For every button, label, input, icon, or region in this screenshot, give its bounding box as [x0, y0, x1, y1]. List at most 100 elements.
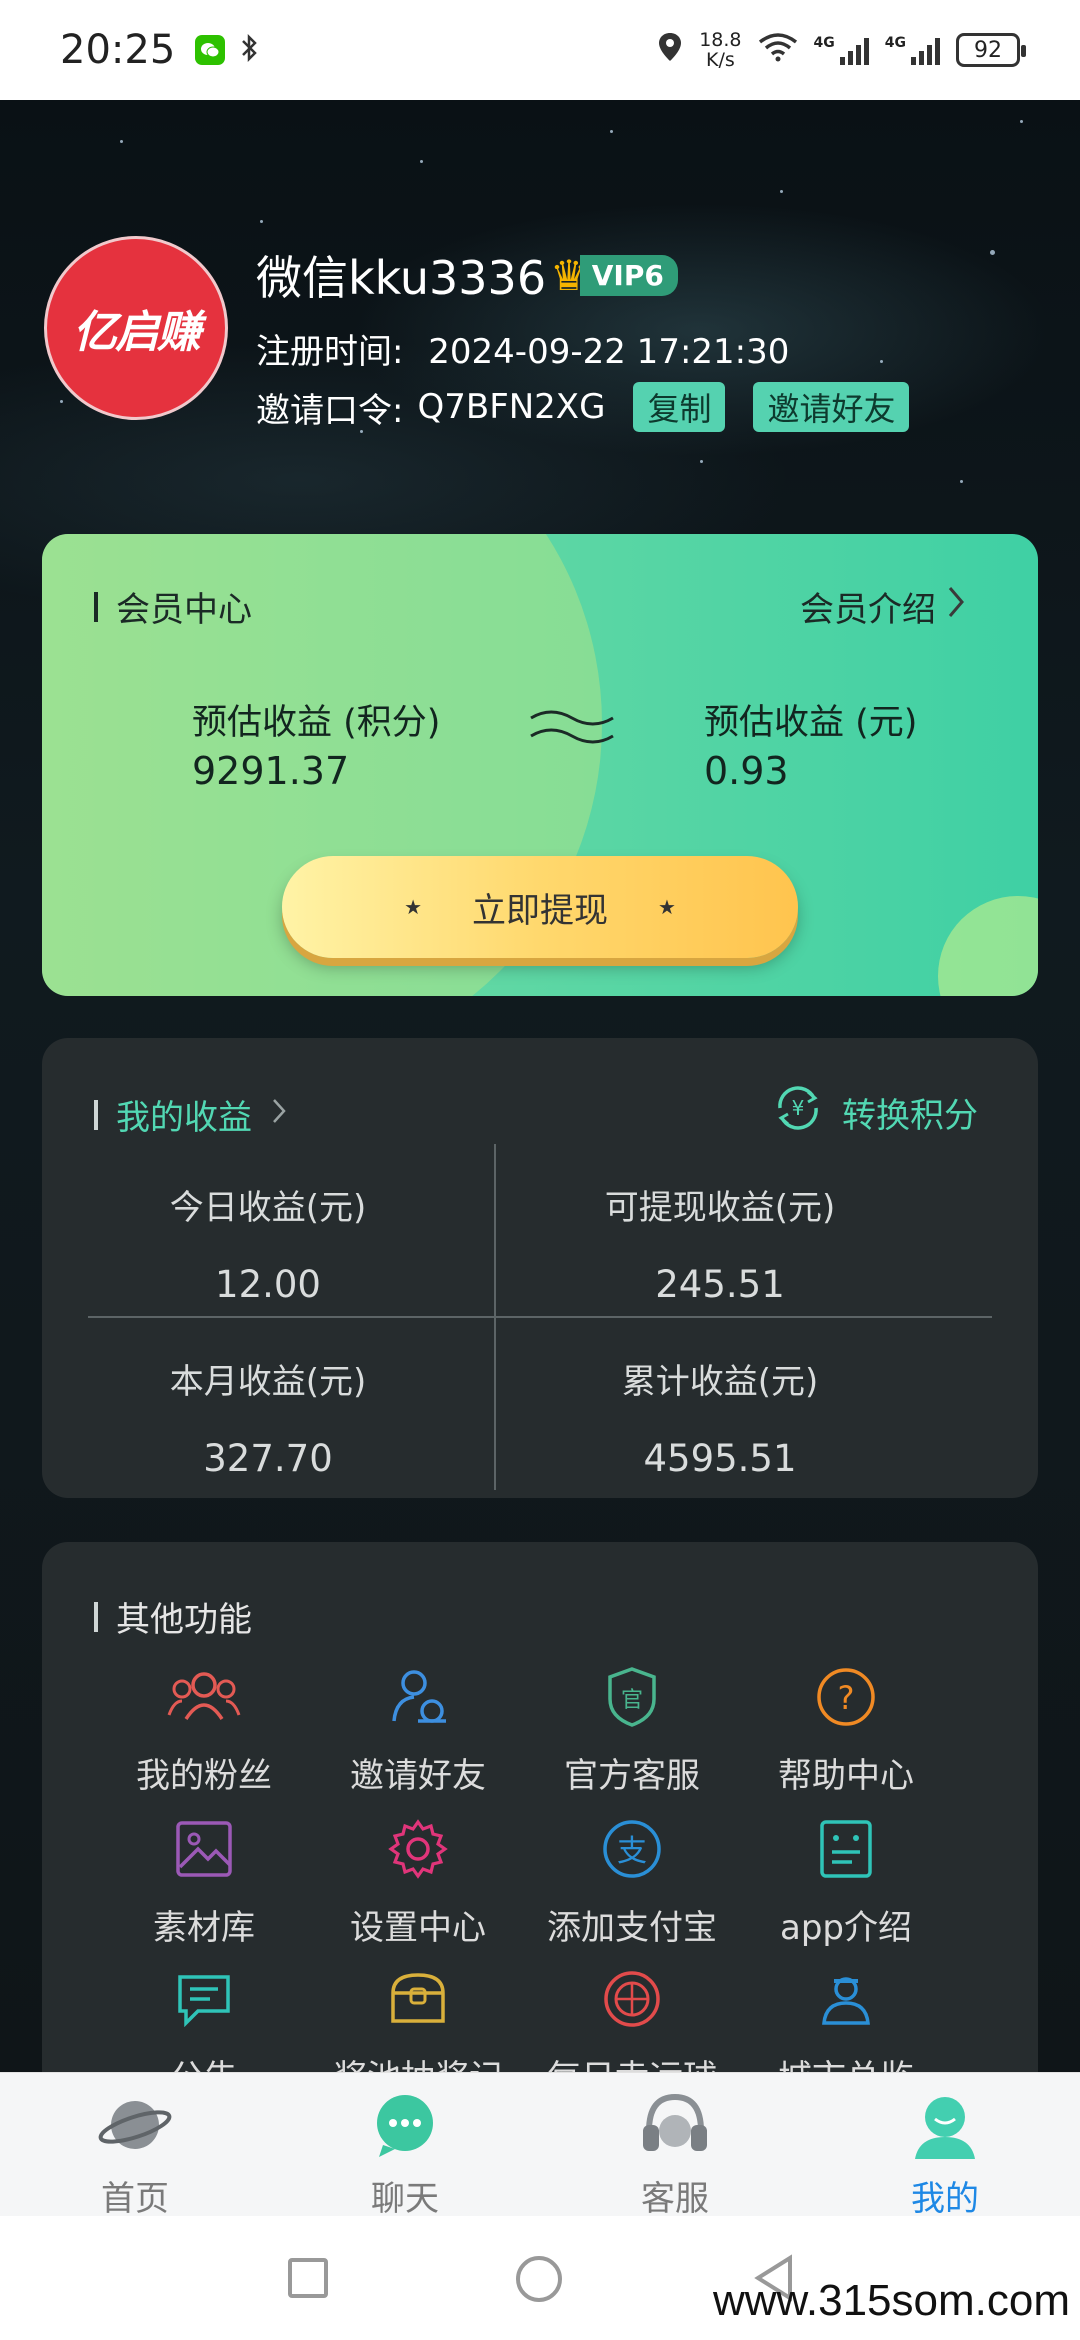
username-row: 微信kku3336 ♛ VIP6 — [256, 242, 678, 308]
avatar[interactable]: 亿启赚 — [44, 236, 228, 420]
register-time-value: 2024-09-22 17:21:30 — [428, 332, 790, 372]
member-center-card: 会员中心 会员介绍 预估收益 (积分) 9291.37 预估收益 (元) 0.9… — [42, 534, 1038, 996]
nav-support[interactable]: 客服 — [540, 2073, 810, 2219]
approx-equal-icon — [527, 702, 617, 756]
func-label: 邀请好友 — [350, 1756, 486, 1796]
func-app-intro[interactable]: app介绍 — [736, 1814, 956, 1949]
func-material-library[interactable]: 素材库 — [94, 1814, 314, 1949]
chevron-right-icon — [270, 1095, 288, 1135]
app-intro-icon — [736, 1814, 956, 1884]
net-type-2: 4G — [884, 35, 906, 51]
func-label: 官方客服 — [564, 1756, 700, 1796]
today-earnings-value: 12.00 — [215, 1263, 321, 1306]
func-label: 帮助中心 — [778, 1756, 914, 1796]
func-settings[interactable]: 设置中心 — [308, 1814, 528, 1949]
func-invite-friends[interactable]: 邀请好友 — [308, 1662, 528, 1797]
convert-points-label: 转换积分 — [842, 1096, 978, 1136]
func-my-fans[interactable]: 我的粉丝 — [94, 1662, 314, 1797]
signal-icon-sim2: 4G — [885, 35, 940, 65]
func-label: 添加支付宝 — [547, 1908, 717, 1948]
func-official-support[interactable]: 官 官方客服 — [522, 1662, 742, 1797]
invite-code-row: 邀请口令: Q7BFN2XG 复制 邀请好友 — [256, 382, 910, 432]
nav-home-label: 首页 — [101, 2179, 169, 2219]
func-label: app介绍 — [780, 1908, 912, 1948]
convert-points-button[interactable]: ¥ 转换积分 — [770, 1080, 978, 1145]
svg-text:?: ? — [838, 1679, 855, 1717]
star-icon: ★ — [404, 895, 422, 919]
estimated-points: 预估收益 (积分) 9291.37 — [192, 694, 440, 793]
today-earnings: 今日收益(元) 12.00 — [42, 1180, 494, 1306]
exchange-icon: ¥ — [770, 1080, 826, 1145]
fans-icon — [94, 1662, 314, 1732]
my-earnings-link[interactable]: 我的收益 — [94, 1090, 288, 1139]
month-earnings-label: 本月收益(元) — [169, 1362, 367, 1402]
gear-icon — [308, 1814, 528, 1884]
treasure-chest-icon — [308, 1964, 528, 2034]
withdraw-now-label: 立即提现 — [472, 890, 608, 931]
message-icon — [94, 1964, 314, 2034]
director-user-icon — [736, 1964, 956, 2034]
battery-level: 92 — [974, 37, 1002, 63]
watermark-text: www.315som.com — [712, 2276, 1070, 2325]
today-earnings-label: 今日收益(元) — [169, 1188, 367, 1228]
status-bar: 20:25 18.8 K/s 4G 4G 92 — [0, 0, 1080, 100]
help-icon: ? — [736, 1662, 956, 1732]
nav-mine[interactable]: 我的 — [810, 2073, 1080, 2219]
bluetooth-icon — [239, 33, 259, 67]
home-button[interactable] — [516, 2256, 562, 2302]
battery-icon: 92 — [956, 33, 1026, 67]
wechat-notification-icon — [195, 35, 226, 65]
headset-icon — [635, 2087, 715, 2167]
alipay-icon: 支 — [522, 1814, 742, 1884]
func-label: 设置中心 — [350, 1908, 486, 1948]
wifi-icon — [758, 32, 798, 68]
invite-code-value: Q7BFN2XG — [417, 387, 606, 427]
planet-icon — [95, 2087, 175, 2167]
user-avatar-icon — [905, 2087, 985, 2167]
register-time-label: 注册时间: — [256, 332, 404, 372]
member-center-title-text: 会员中心 — [116, 590, 252, 630]
username: 微信kku3336 — [256, 251, 547, 305]
estimated-points-label: 预估收益 (积分) — [192, 703, 441, 743]
invite-code-label: 邀请口令: — [256, 390, 404, 431]
withdrawable-earnings-label: 可提现收益(元) — [604, 1188, 836, 1228]
speed-unit: K/s — [705, 49, 735, 71]
recent-apps-button[interactable] — [288, 2258, 328, 2298]
func-label: 素材库 — [153, 1908, 255, 1948]
chevron-right-icon — [946, 584, 966, 629]
bottom-navigation: 首页 聊天 客服 我的 — [0, 2072, 1080, 2219]
my-earnings-card: 我的收益 ¥ 转换积分 今日收益(元) 12.00 可提现收益(元) 245.5… — [42, 1038, 1038, 1498]
nav-chat-label: 聊天 — [371, 2179, 439, 2219]
register-time-row: 注册时间: 2024-09-22 17:21:30 — [256, 324, 789, 373]
system-navigation-bar: www.315som.com — [0, 2216, 1080, 2340]
member-intro-label: 会员介绍 — [800, 590, 936, 630]
total-earnings-value: 4595.51 — [643, 1437, 797, 1480]
func-label: 我的粉丝 — [136, 1756, 272, 1796]
estimated-yuan-label: 预估收益 (元) — [704, 703, 918, 743]
network-speed: 18.8 K/s — [699, 30, 741, 70]
other-functions-card: 其他功能 我的粉丝 邀请好友 官 官方客服 ? 帮助中心 素材库 设置中心 支 … — [42, 1542, 1038, 2142]
other-functions-title: 其他功能 — [94, 1592, 252, 1641]
member-center-title: 会员中心 — [94, 582, 252, 631]
status-time: 20:25 — [60, 27, 176, 73]
estimated-points-value: 9291.37 — [192, 749, 350, 793]
svg-text:¥: ¥ — [792, 1096, 805, 1120]
my-earnings-title: 我的收益 — [116, 1098, 252, 1138]
location-icon — [657, 31, 683, 69]
lucky-wheel-icon — [522, 1964, 742, 2034]
net-type-1: 4G — [813, 35, 835, 51]
invite-friends-button[interactable]: 邀请好友 — [753, 382, 910, 432]
total-earnings: 累计收益(元) 4595.51 — [494, 1354, 946, 1480]
official-shield-icon: 官 — [522, 1662, 742, 1732]
invite-user-icon — [308, 1662, 528, 1732]
nav-chat[interactable]: 聊天 — [270, 2073, 540, 2219]
member-intro-link[interactable]: 会员介绍 — [800, 582, 966, 631]
copy-button[interactable]: 复制 — [633, 382, 726, 432]
star-icon: ★ — [658, 895, 676, 919]
month-earnings: 本月收益(元) 327.70 — [42, 1354, 494, 1480]
withdraw-now-button[interactable]: ★ 立即提现 ★ — [282, 856, 798, 958]
nav-home[interactable]: 首页 — [0, 2073, 270, 2219]
image-library-icon — [94, 1814, 314, 1884]
func-help-center[interactable]: ? 帮助中心 — [736, 1662, 956, 1797]
func-add-alipay[interactable]: 支 添加支付宝 — [522, 1814, 742, 1949]
